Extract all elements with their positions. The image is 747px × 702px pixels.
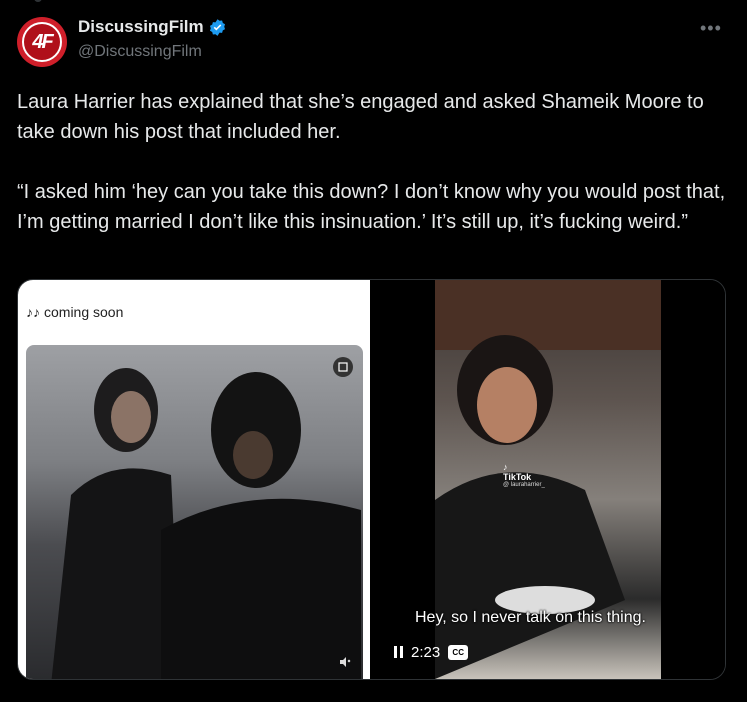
- coming-soon-header: ♪♪ coming soon: [26, 304, 123, 320]
- tweet-paragraph: “I asked him ‘hey can you take this down…: [17, 181, 726, 233]
- display-name[interactable]: DiscussingFilm: [78, 17, 204, 37]
- verified-badge-icon: [209, 18, 225, 36]
- tiktok-username: @ lauraharrier_: [503, 482, 545, 488]
- video-time: 2:23: [411, 643, 441, 661]
- author-handle[interactable]: @DiscussingFilm: [78, 43, 202, 61]
- more-options-icon[interactable]: •••: [700, 18, 722, 39]
- person-silhouette: [161, 372, 361, 679]
- video-controls: 2:23 CC: [394, 641, 469, 663]
- media-container[interactable]: ♪♪ coming soon ♪ TikTok @ lauraharrier_ …: [17, 279, 726, 680]
- media-image[interactable]: ♪♪ coming soon: [18, 280, 370, 679]
- avatar-logo: 4F: [32, 30, 53, 53]
- media-video[interactable]: ♪ TikTok @ lauraharrier_ Hey, so I never…: [370, 280, 725, 679]
- coming-soon-text: coming soon: [44, 304, 124, 320]
- photo: [26, 345, 363, 679]
- mute-icon[interactable]: [339, 656, 351, 671]
- tiktok-watermark: ♪ TikTok @ lauraharrier_: [503, 462, 545, 488]
- avatar[interactable]: 4F: [17, 17, 67, 67]
- tweet-text: Laura Harrier has explained that she’s e…: [17, 87, 727, 237]
- tweet-paragraph: Laura Harrier has explained that she’s e…: [17, 91, 704, 143]
- tiktok-brand: TikTok: [503, 472, 532, 482]
- video-caption: Hey, so I never talk on this thing.: [415, 609, 646, 626]
- thread-connector: [0, 0, 747, 3]
- pause-icon[interactable]: [394, 646, 403, 658]
- music-note-icon: ♪♪: [26, 304, 40, 320]
- tiktok-logo-icon: ♪: [503, 462, 508, 472]
- author-name-row[interactable]: DiscussingFilm: [78, 17, 227, 37]
- expand-icon[interactable]: [333, 357, 353, 377]
- captions-button[interactable]: CC: [448, 644, 469, 660]
